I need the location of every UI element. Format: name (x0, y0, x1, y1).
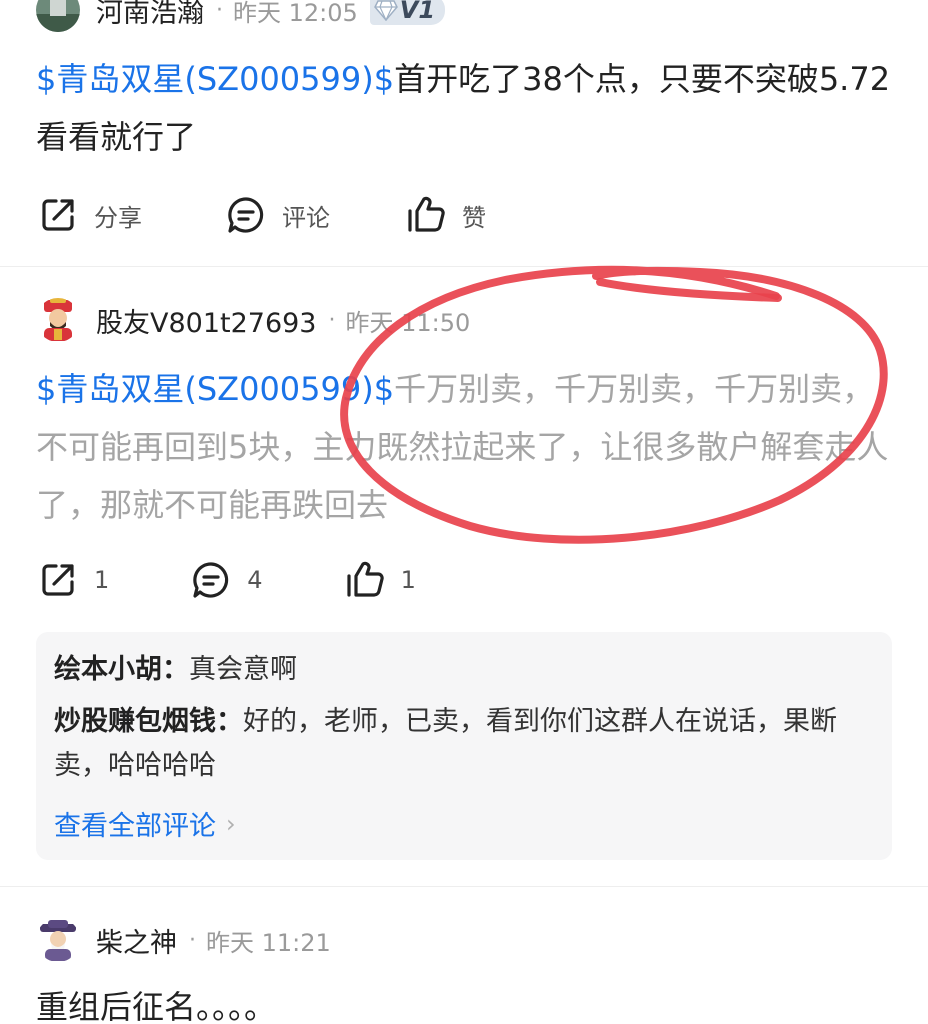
comment-icon (228, 197, 264, 233)
post-time: 昨天 11:50 (345, 308, 471, 337)
post-actions: 1 4 1 (38, 560, 416, 600)
comment-item: 绘本小胡：真会意啊 (54, 648, 874, 692)
view-all-label: 查看全部评论 (54, 811, 216, 842)
comment-author[interactable]: 绘本小胡： (54, 654, 189, 685)
diamond-icon (373, 0, 398, 21)
divider (0, 886, 928, 887)
post-text: 重组后征名。。。。 (36, 988, 277, 1024)
comment-label: 评论 (282, 203, 330, 232)
post-body[interactable]: 重组后征名。。。。 (36, 978, 896, 1024)
badge-label: V1 (399, 0, 436, 24)
post-body[interactable]: $青岛双星(SZ000599)$千万别卖，千万别卖，千万别卖，不可能再回到5块，… (36, 360, 896, 534)
view-all-comments-link[interactable]: 查看全部评论 › (54, 804, 236, 843)
like-button[interactable]: 赞 (406, 195, 486, 235)
chevron-right-icon: › (226, 809, 236, 838)
share-icon (42, 199, 74, 231)
like-count: 1 (400, 566, 416, 594)
share-button[interactable]: 分享 (38, 195, 142, 235)
share-count: 1 (94, 566, 110, 594)
share-button[interactable]: 1 (38, 560, 109, 600)
like-label: 赞 (462, 203, 486, 232)
level-badge: V1 (369, 0, 446, 25)
author-name[interactable]: 河南浩瀚 (96, 0, 204, 30)
avatar[interactable] (36, 298, 80, 342)
stock-link[interactable]: $青岛双星(SZ000599)$ (36, 370, 394, 408)
like-button[interactable]: 1 (345, 560, 416, 600)
comment-item: 炒股赚包烟钱：好的，老师，已卖，看到你们这群人在说话，果断卖，哈哈哈哈 (54, 700, 874, 788)
separator-dot: · (216, 0, 223, 23)
comment-author[interactable]: 炒股赚包烟钱： (54, 706, 243, 737)
comment-button[interactable]: 评论 (226, 195, 330, 235)
post-header: 河南浩瀚 · 昨天 12:05 V1 (36, 0, 446, 32)
post-time: 昨天 11:21 (206, 928, 331, 957)
post-body[interactable]: $青岛双星(SZ000599)$首开吃了38个点，只要不突破5.72看看就行了 (36, 50, 896, 166)
author-name[interactable]: 柴之神 (96, 921, 177, 960)
author-name[interactable]: 股友V801t27693 (96, 301, 316, 340)
separator-dot: · (189, 927, 196, 953)
post-header: 股友V801t27693 · 昨天 11:50 (36, 298, 470, 342)
post-time: 昨天 12:05 (233, 0, 358, 27)
post-actions: 分享 评论 赞 (38, 195, 486, 235)
share-icon (42, 564, 74, 596)
share-label: 分享 (94, 203, 142, 232)
thumbs-up-icon (408, 196, 445, 232)
divider (0, 266, 928, 267)
comment-preview-box[interactable]: 绘本小胡：真会意啊 炒股赚包烟钱：好的，老师，已卖，看到你们这群人在说话，果断卖… (36, 632, 892, 860)
separator-dot: · (328, 307, 336, 333)
comment-icon (193, 562, 229, 598)
thumbs-up-icon (346, 561, 384, 597)
avatar[interactable] (36, 918, 80, 962)
avatar[interactable] (36, 0, 80, 32)
post-header: 柴之神 · 昨天 11:21 (36, 918, 331, 962)
comment-text: 真会意啊 (189, 654, 297, 685)
comment-count: 4 (247, 566, 263, 594)
stock-link[interactable]: $青岛双星(SZ000599)$ (36, 60, 394, 98)
comment-button[interactable]: 4 (191, 560, 263, 600)
